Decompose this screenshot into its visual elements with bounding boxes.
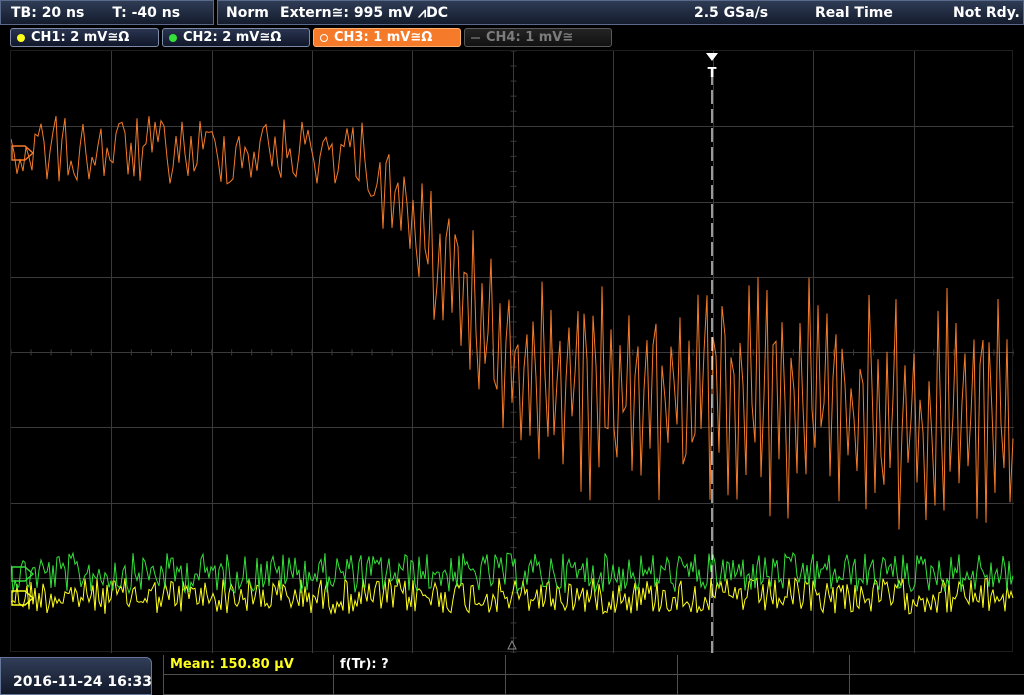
trigger-time-label: T: -40 ns [112, 4, 181, 21]
channel-4-label: CH4: 1 mV≅ [486, 30, 574, 45]
channel-3-button[interactable]: CH3: 1 mV≅Ω [313, 28, 461, 47]
acquisition-status-label: Not Rdy. [953, 5, 1020, 21]
channel-3-trace [11, 116, 1014, 530]
timebase-label: TB: 20 ns [11, 4, 85, 21]
channel-1-dot-icon [17, 33, 25, 42]
channel-2-dot-icon [169, 33, 177, 42]
channel-1-trace [11, 577, 1014, 616]
trigger-mode-label: Norm [226, 5, 269, 21]
trigger-source-label: Extern≅: 995 mV ⩘DC [280, 5, 449, 21]
bottom-bar: 2016-11-24 16:33 Mean: 150.80 µV f(Tr): … [0, 655, 1024, 695]
sample-rate-label: 2.5 GSa/s [694, 5, 769, 21]
timebase-panel[interactable]: TB: 20 ns T: -40 ns [0, 0, 214, 25]
measurement-mean-label: Mean: 150.80 µV [170, 657, 294, 672]
date-time-label: 2016-11-24 16:33 [13, 674, 152, 690]
waveform-traces [11, 116, 1014, 616]
measurement-slot-7[interactable] [334, 675, 506, 695]
acquisition-mode-label: Real Time [815, 5, 893, 21]
channel-2-button[interactable]: CH2: 2 mV≅Ω [162, 28, 310, 47]
measurement-fall-time[interactable]: f(Tr): ? [334, 655, 506, 675]
channel-3-label: CH3: 1 mV≅Ω [334, 30, 433, 45]
waveform-display[interactable]: T [10, 50, 1014, 653]
channel-bar: CH1: 2 mV≅Ω CH2: 2 mV≅Ω CH3: 1 mV≅Ω CH4:… [0, 26, 1024, 48]
channel-1-button[interactable]: CH1: 2 mV≅Ω [10, 28, 159, 47]
channel-2-label: CH2: 2 mV≅Ω [183, 30, 282, 45]
measurement-slot-8[interactable] [506, 675, 678, 695]
measurement-slot-9[interactable] [678, 675, 850, 695]
channel-3-dot-icon [320, 33, 328, 42]
measurement-mean[interactable]: Mean: 150.80 µV [164, 655, 334, 675]
measurement-slot-5[interactable] [850, 655, 1024, 675]
channel-4-button[interactable]: CH4: 1 mV≅ [464, 28, 612, 47]
status-bar: TB: 20 ns T: -40 ns Norm Extern≅: 995 mV… [0, 0, 1024, 25]
measurement-slot-4[interactable] [678, 655, 850, 675]
measurement-fall-time-label: f(Tr): ? [340, 657, 389, 672]
measurement-slot-10[interactable] [850, 675, 1024, 695]
channel-4-dash-icon [471, 36, 480, 39]
measurement-slot-6[interactable] [164, 675, 334, 695]
measurement-panel[interactable]: Mean: 150.80 µV f(Tr): ? [163, 655, 1024, 695]
date-time-panel: 2016-11-24 16:33 [0, 657, 152, 695]
channel-2-trace [11, 551, 1014, 595]
channel-1-label: CH1: 2 mV≅Ω [31, 30, 130, 45]
measurement-slot-3[interactable] [506, 655, 678, 675]
trigger-panel[interactable]: Norm Extern≅: 995 mV ⩘DC 2.5 GSa/s Real … [217, 0, 1024, 25]
